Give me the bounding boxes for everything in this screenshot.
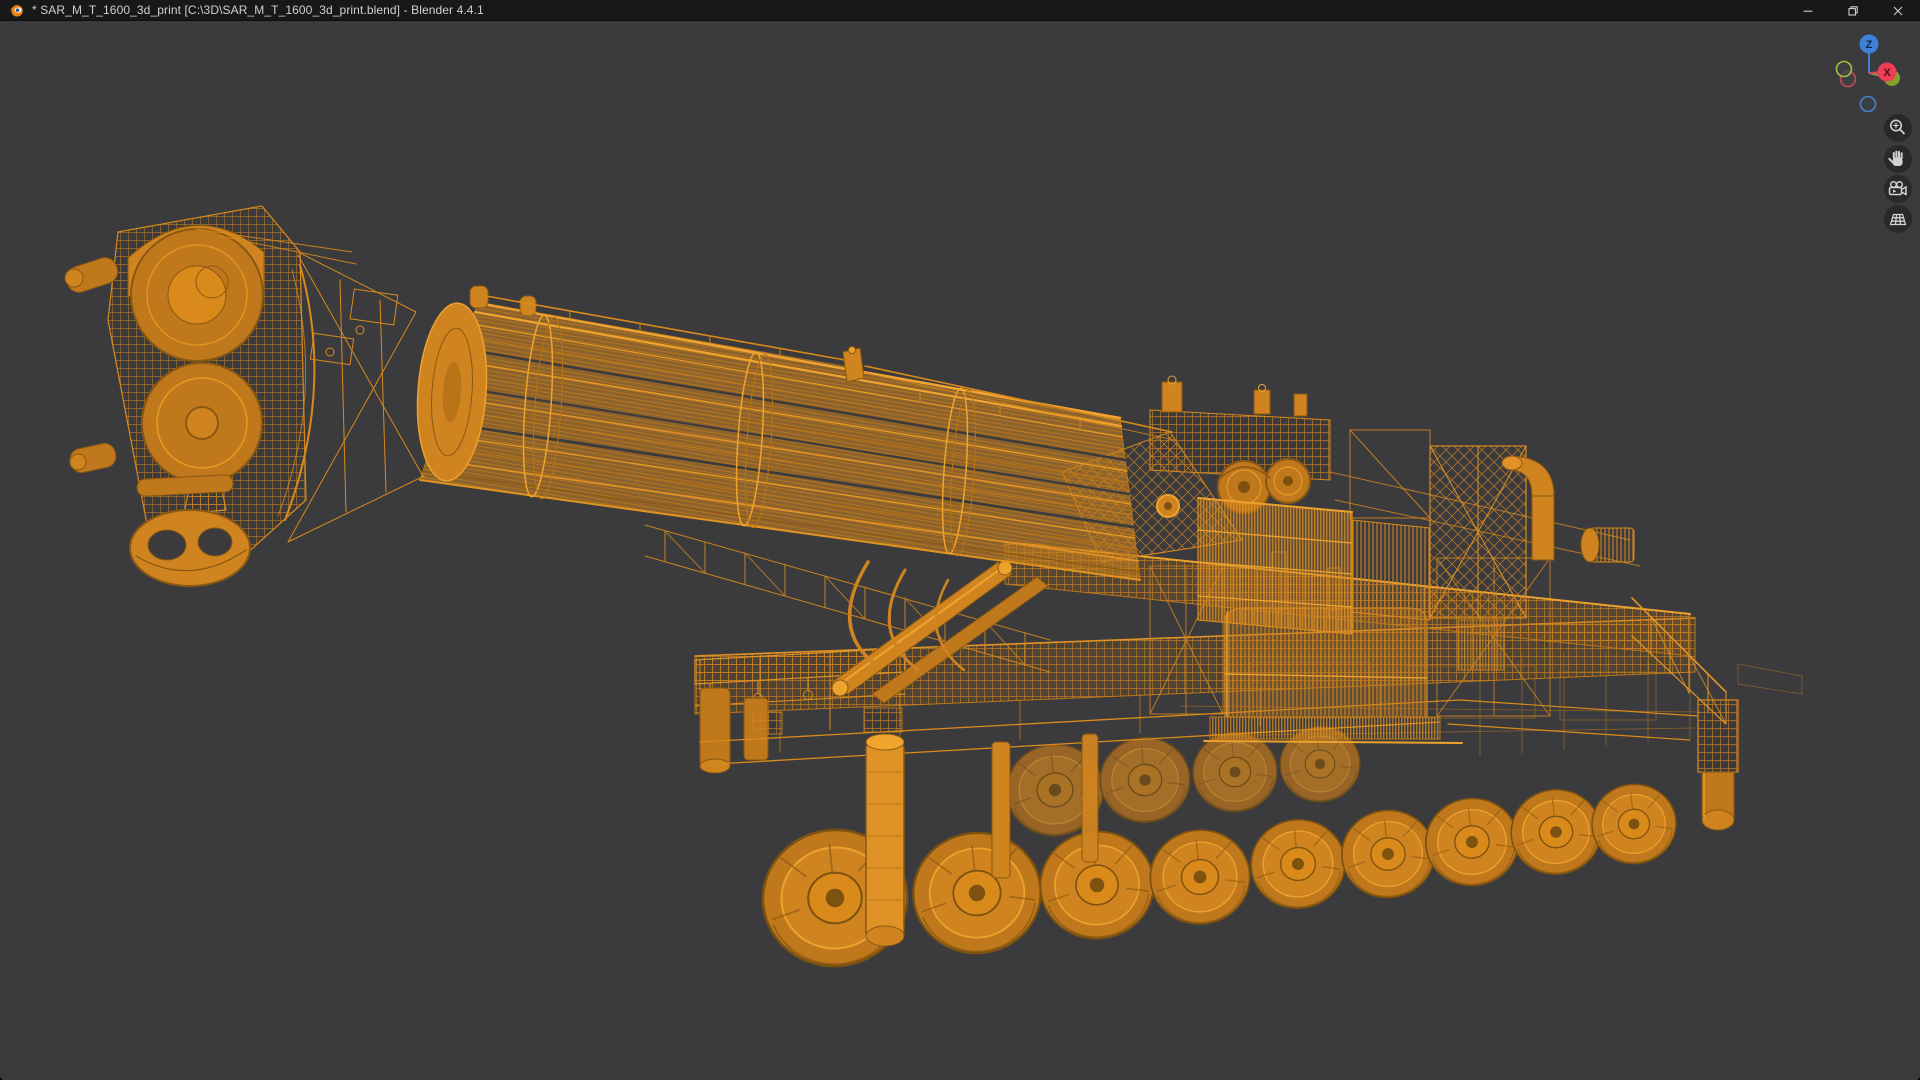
axis-neg-z-ball[interactable] (1859, 95, 1877, 113)
telescopic-boom (287, 251, 1175, 581)
axis-z-label: Z (1866, 39, 1873, 51)
boom-tip-lattice (287, 251, 425, 543)
3d-viewport[interactable]: X Z (0, 21, 1920, 1080)
axis-x-ball[interactable]: X (1877, 62, 1897, 82)
minimize-button[interactable] (1785, 0, 1830, 21)
navigation-gizmo[interactable]: X Z (1835, 34, 1901, 113)
hook-block (64, 205, 357, 587)
blender-logo-icon (9, 3, 24, 18)
axis-z-ball[interactable]: Z (1859, 34, 1879, 54)
window-controls (1785, 0, 1920, 21)
pan-button[interactable] (1884, 145, 1912, 173)
camera-view-button[interactable] (1884, 175, 1912, 203)
close-icon (1893, 6, 1902, 15)
crane-wireframe-model[interactable] (63, 205, 1803, 975)
restore-icon (1847, 5, 1858, 16)
viewport-nav-buttons (1884, 114, 1912, 233)
projection-toggle-button[interactable] (1884, 205, 1912, 233)
rear-outrigger (1697, 663, 1803, 831)
restore-button[interactable] (1830, 0, 1875, 21)
axis-x-label: X (1883, 67, 1891, 79)
close-button[interactable] (1875, 0, 1920, 21)
window-titlebar: * SAR_M_T_1600_3d_print [C:\3D\SAR_M_T_1… (0, 0, 1920, 21)
window-title: * SAR_M_T_1600_3d_print [C:\3D\SAR_M_T_1… (32, 3, 484, 17)
axis-neg-y-ball[interactable] (1835, 60, 1853, 78)
zoom-button[interactable] (1884, 114, 1912, 142)
minimize-icon (1803, 10, 1812, 12)
viewport-scene[interactable]: X Z (0, 21, 1920, 1080)
